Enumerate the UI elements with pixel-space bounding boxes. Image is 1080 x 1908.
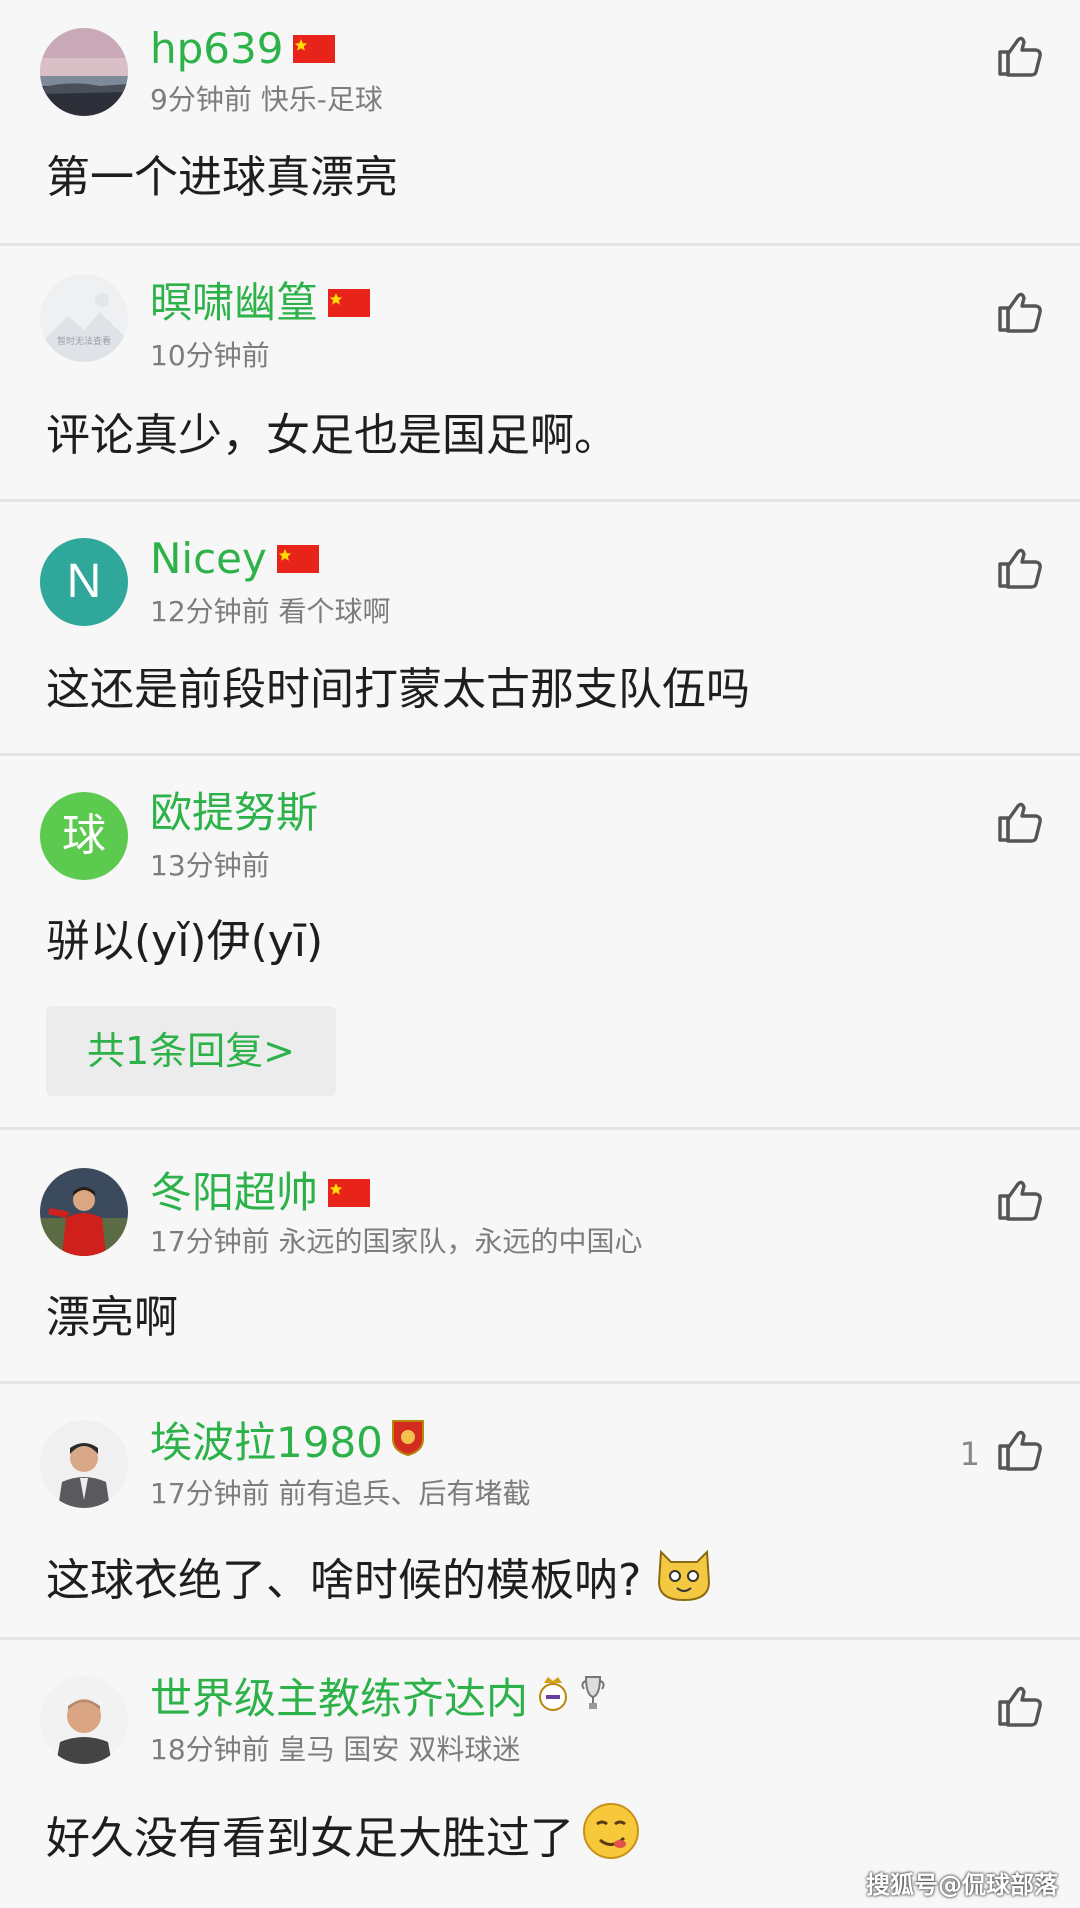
comment-item: 球 欧提努斯 13分钟前 骈以(yǐ)伊(yī) 共1条回复> <box>0 756 1080 1130</box>
comment-meta: 10分钟前 <box>150 339 270 372</box>
china-flag-icon <box>328 276 371 330</box>
comment-item: N Nicey 12分钟前 看个球啊 这还是前段时间打蒙太古那支队伍吗 <box>0 502 1080 756</box>
avatar[interactable] <box>40 1676 128 1764</box>
comment-text: 骈以(yǐ)伊(yī) <box>46 916 324 967</box>
avatar-letter: N <box>66 555 102 608</box>
comment-meta: 17分钟前 前有追兵、后有堵截 <box>150 1477 531 1510</box>
china-flag-icon <box>328 1166 371 1220</box>
comment-item: 冬阳超帅 17分钟前 永远的国家队，永远的中国心 漂亮啊 <box>0 1130 1080 1384</box>
watermark: 搜狐号@侃球部落 <box>866 1871 1058 1899</box>
comment-meta: 17分钟前 永远的国家队，永远的中国心 <box>150 1225 643 1258</box>
comment-item: 埃波拉1980 17分钟前 前有追兵、后有堵截 这球衣绝了、啥时候的模板呐? 1 <box>0 1384 1080 1640</box>
username[interactable]: Nicey <box>150 532 319 586</box>
thumbs-up-icon[interactable] <box>996 544 1044 592</box>
avatar[interactable] <box>40 1420 128 1508</box>
china-flag-icon <box>276 532 319 586</box>
thumbs-up-icon[interactable] <box>996 1426 1044 1474</box>
avatar[interactable]: N <box>40 538 128 626</box>
team-badge-icon <box>391 1416 425 1470</box>
username[interactable]: 欧提努斯 <box>150 786 318 840</box>
thumbs-up-icon[interactable] <box>996 1176 1044 1224</box>
trophy-icon <box>578 1672 608 1726</box>
like-count: 1 <box>959 1435 980 1473</box>
username[interactable]: 世界级主教练齐达内 <box>150 1672 608 1726</box>
comment-meta: 13分钟前 <box>150 849 270 882</box>
comment-text: 漂亮啊 <box>46 1292 178 1343</box>
cat-emoji-icon <box>653 1542 715 1620</box>
thumbs-up-icon[interactable] <box>996 288 1044 336</box>
real-madrid-badge-icon <box>536 1672 570 1726</box>
avatar[interactable]: 球 <box>40 792 128 880</box>
thumbs-up-icon[interactable] <box>996 1682 1044 1730</box>
comment-text: 好久没有看到女足大胜过了 <box>46 1800 642 1878</box>
avatar[interactable] <box>40 1168 128 1256</box>
avatar-caption: 暂时无法查看 <box>56 337 111 347</box>
avatar[interactable] <box>40 28 128 116</box>
smug-face-emoji-icon <box>580 1800 642 1878</box>
avatar[interactable]: 暂时无法查看 <box>40 274 128 362</box>
comment-text: 评论真少，女足也是国足啊。 <box>46 410 618 461</box>
comment-text: 这球衣绝了、啥时候的模板呐? <box>46 1542 715 1620</box>
avatar-letter: 球 <box>62 810 106 861</box>
comment-text: 第一个进球真漂亮 <box>46 152 398 203</box>
comment-meta: 9分钟前 快乐-足球 <box>150 83 383 116</box>
comment-meta: 18分钟前 皇马 国安 双料球迷 <box>150 1733 521 1766</box>
thumbs-up-icon[interactable] <box>996 798 1044 846</box>
comment-meta: 12分钟前 看个球啊 <box>150 595 391 628</box>
username[interactable]: 暝啸幽篁 <box>150 276 371 330</box>
username[interactable]: hp639 <box>150 22 336 76</box>
thumbs-up-icon[interactable] <box>996 32 1044 80</box>
comment-text: 这还是前段时间打蒙太古那支队伍吗 <box>46 664 750 715</box>
view-replies-button[interactable]: 共1条回复> <box>46 1006 336 1096</box>
china-flag-icon <box>293 22 336 76</box>
username[interactable]: 冬阳超帅 <box>150 1166 371 1220</box>
username[interactable]: 埃波拉1980 <box>150 1416 425 1470</box>
comment-item: 暂时无法查看 暝啸幽篁 10分钟前 评论真少，女足也是国足啊。 <box>0 246 1080 502</box>
comment-item: hp639 9分钟前 快乐-足球 第一个进球真漂亮 <box>0 0 1080 246</box>
